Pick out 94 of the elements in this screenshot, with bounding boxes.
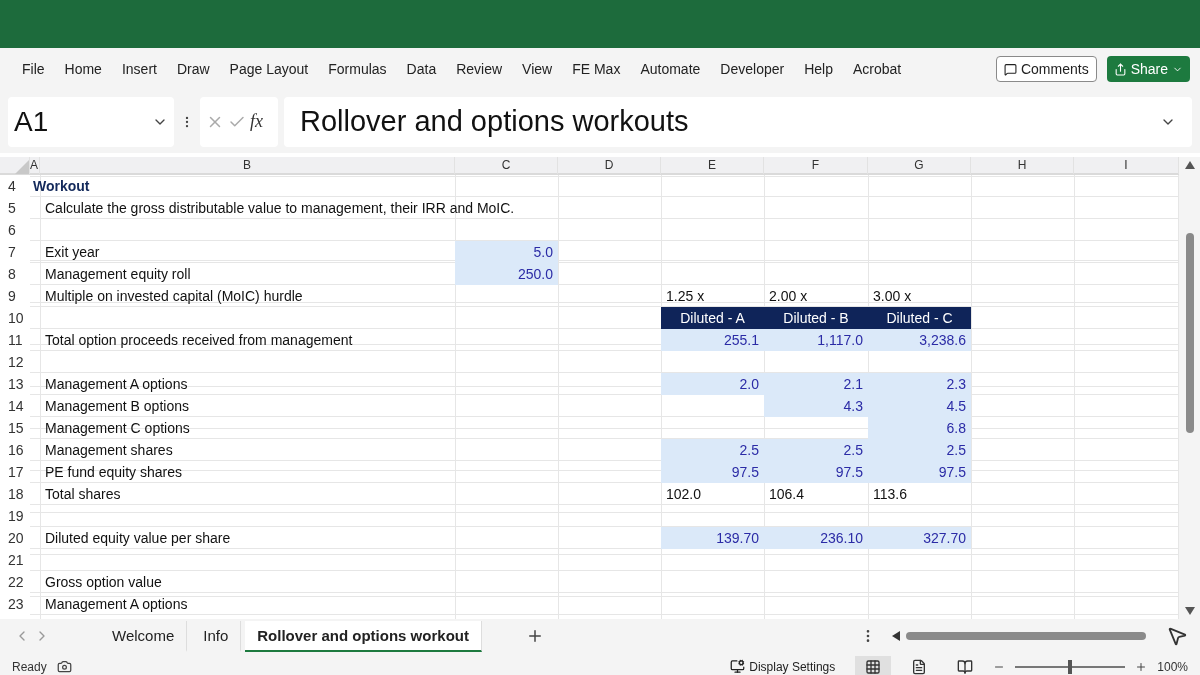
table-cell-text: Exit year <box>44 243 101 262</box>
table-cell: 6.8 <box>868 417 971 439</box>
table-cell-text: Management B options <box>44 397 190 416</box>
table-cell: 3,238.6 <box>868 329 971 351</box>
scroll-up-icon[interactable] <box>1184 161 1195 169</box>
name-box[interactable]: A1 <box>8 96 174 147</box>
table-cell: 236.10 <box>764 527 868 549</box>
column-header-cell: Diluted - B <box>764 307 868 329</box>
table-cell: 97.5 <box>661 461 764 483</box>
menu-tab[interactable]: View <box>512 57 563 81</box>
table-cell-text: Management equity roll <box>44 265 192 284</box>
comment-icon <box>1003 62 1017 76</box>
table-cell: 2.5 <box>868 439 971 461</box>
table-cell-text: 113.6 <box>872 485 908 504</box>
table-cell: 2.5 <box>661 439 764 461</box>
insert-function-button[interactable]: fx <box>250 111 263 132</box>
column-header-cell: Diluted - C <box>868 307 971 329</box>
table-cell: 2.3 <box>868 373 971 395</box>
table-cell-text: Management shares <box>44 441 174 460</box>
column-header[interactable]: G <box>868 157 971 174</box>
menu-tab[interactable]: Data <box>396 57 447 81</box>
column-header[interactable]: F <box>764 157 868 174</box>
table-cell-text: Management C options <box>44 419 191 438</box>
table-cell-text: Multiple on invested capital (MoIC) hurdle <box>44 287 304 306</box>
column-header[interactable]: B <box>40 157 455 174</box>
table-cell: 2.5 <box>764 439 868 461</box>
table-cell: 1,117.0 <box>764 329 868 351</box>
section-title: Workout <box>32 177 91 196</box>
table-cell-text: Gross option value <box>44 573 163 592</box>
sheet-tab[interactable]: Welcome <box>100 620 188 652</box>
table-cell-text: Diluted equity value per share <box>44 529 232 548</box>
share-icon <box>1113 62 1127 76</box>
table-cell-text: Management A options <box>44 595 189 614</box>
monitor-icon <box>730 659 746 674</box>
table-cell: 250.0 <box>455 263 558 285</box>
menu-tab[interactable]: Help <box>794 57 843 81</box>
menu-tab[interactable]: Automate <box>630 57 711 81</box>
table-cell: 139.70 <box>661 527 764 549</box>
zoom-in-icon[interactable] <box>1135 660 1148 673</box>
comments-button[interactable]: Comments <box>995 56 1097 82</box>
table-cell-text: Total shares <box>44 485 122 504</box>
zoom-slider-thumb[interactable] <box>1068 659 1073 674</box>
menu-tab[interactable]: Acrobat <box>842 57 912 81</box>
display-settings-button[interactable]: Display Settings <box>720 656 846 675</box>
row-number: 4 <box>0 175 30 197</box>
table-cell: 97.5 <box>764 461 868 483</box>
horizontal-scrollbar-thumb[interactable] <box>906 632 1146 640</box>
menu-tab[interactable]: Home <box>54 57 112 81</box>
scroll-down-icon[interactable] <box>1184 607 1195 615</box>
table-cell-text: 1.25 x <box>665 287 706 306</box>
menu-tab[interactable]: Draw <box>166 57 220 81</box>
table-cell: 2.1 <box>764 373 868 395</box>
book-icon <box>957 658 974 675</box>
formula-field[interactable]: Rollover and options workouts <box>284 96 1192 147</box>
vertical-scrollbar-thumb[interactable] <box>1185 233 1194 433</box>
column-header-cell: Diluted - A <box>661 307 764 329</box>
table-cell: 327.70 <box>868 527 971 549</box>
menu-tab[interactable]: Review <box>446 57 513 81</box>
table-cell: 97.5 <box>868 461 971 483</box>
row-number: 23 <box>0 593 30 615</box>
table-cell-text: Management A options <box>44 375 189 394</box>
table-cell-text: 106.4 <box>768 485 806 504</box>
share-button[interactable]: Share <box>1106 56 1190 82</box>
mouse-pointer-icon <box>1166 625 1188 647</box>
menu-tab[interactable]: Page Layout <box>219 57 319 81</box>
table-cell-text: 102.0 <box>665 485 703 504</box>
table-cell: 4.3 <box>764 395 868 417</box>
sheet-tab[interactable]: Info <box>191 620 242 652</box>
menu-tab[interactable]: Insert <box>111 57 167 81</box>
normal-view-button[interactable] <box>855 655 892 675</box>
grid-icon <box>865 658 882 675</box>
status-text: Ready <box>12 659 47 674</box>
table-cell-text: Calculate the gross distributable value to management, their IRR and MoIC. <box>44 199 516 218</box>
menu-tab[interactable]: Developer <box>710 57 795 81</box>
table-cell: 2.0 <box>661 373 764 395</box>
page-icon <box>911 658 928 675</box>
scroll-left-icon[interactable] <box>892 631 900 641</box>
zoom-level: 100% <box>1157 659 1188 674</box>
table-cell-text: 2.00 x <box>768 287 809 306</box>
column-header[interactable]: D <box>558 157 661 174</box>
menu-tab[interactable]: Formulas <box>318 57 397 81</box>
table-cell: 255.1 <box>661 329 764 351</box>
column-header[interactable]: A <box>30 157 40 174</box>
table-cell-text: PE fund equity shares <box>44 463 183 482</box>
menu-tab[interactable]: FE Max <box>562 57 631 81</box>
column-header[interactable]: E <box>661 157 764 174</box>
table-cell-text: 3.00 x <box>872 287 913 306</box>
table-cell-text: Total option proceeds received from management <box>44 331 354 350</box>
column-header[interactable]: H <box>971 157 1074 174</box>
table-cell: 4.5 <box>868 395 971 417</box>
column-header[interactable]: C <box>455 157 558 174</box>
sheet-tab[interactable]: Rollover and options workout <box>245 620 482 652</box>
table-cell: 5.0 <box>455 241 558 263</box>
menu-tab[interactable]: File <box>12 57 55 81</box>
